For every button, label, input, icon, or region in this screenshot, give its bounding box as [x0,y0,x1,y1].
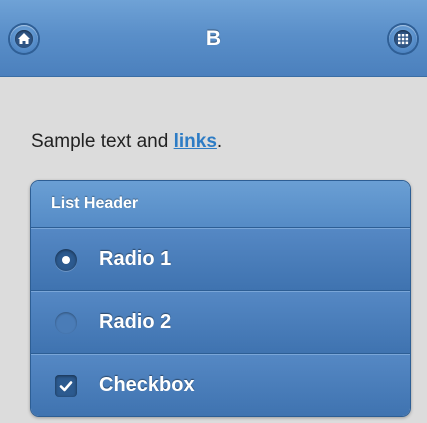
sample-text-prefix: Sample text and [31,131,174,152]
sample-text: Sample text and links. [31,131,222,153]
radio-1-item[interactable]: Radio 1 [31,228,410,291]
sample-text-suffix: . [216,131,223,152]
checkbox-checked-icon[interactable] [55,375,77,397]
radio-unchecked-icon[interactable] [55,312,77,334]
radio-2-label: Radio 2 [99,311,172,333]
radio-2-item[interactable]: Radio 2 [31,291,410,354]
grid-button[interactable] [389,25,417,53]
page-title: B [205,27,222,50]
radio-checked-icon[interactable] [55,249,77,271]
header-bar: B [0,0,427,77]
list-header: List Header [31,181,410,228]
sample-link[interactable]: links [174,131,217,152]
list-view: List Header Radio 1 Radio 2 Checkbox [30,180,411,417]
radio-1-label: Radio 1 [99,248,172,270]
grid-icon [398,34,409,45]
checkbox-item[interactable]: Checkbox [31,354,410,416]
checkbox-label: Checkbox [99,374,195,396]
